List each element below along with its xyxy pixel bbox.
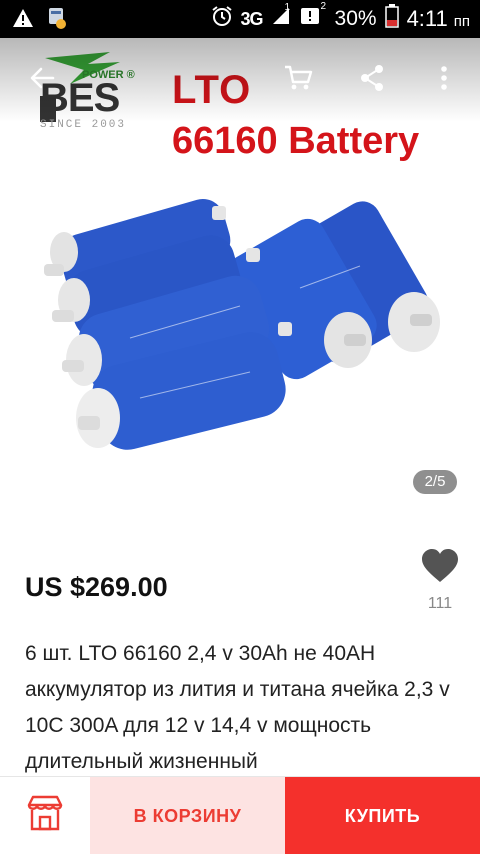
signal-icon: 1 bbox=[271, 2, 291, 32]
cart-button[interactable] bbox=[278, 60, 318, 100]
clock: 4:11 bbox=[406, 6, 448, 31]
wishlist-button[interactable] bbox=[420, 548, 460, 584]
alarm-icon bbox=[211, 5, 233, 33]
more-options-button[interactable] bbox=[424, 60, 464, 100]
sim1-label: 1 bbox=[284, 2, 291, 13]
battery-percent: 30% bbox=[334, 7, 377, 30]
network-type: 3G bbox=[240, 8, 264, 29]
back-button[interactable] bbox=[22, 60, 62, 100]
bottom-action-bar: В КОРЗИНУ КУПИТЬ bbox=[0, 776, 480, 854]
image-title-line1: LTO bbox=[172, 68, 252, 112]
share-button[interactable] bbox=[352, 60, 392, 100]
image-counter: 2/5 bbox=[413, 470, 457, 494]
wishlist-count: 111 bbox=[427, 595, 453, 612]
status-bar: 3G 1 2 30% 4:11 пп bbox=[0, 0, 480, 38]
more-icon bbox=[440, 65, 448, 96]
store-icon bbox=[25, 795, 65, 838]
sim2-label: 2 bbox=[320, 1, 327, 12]
warning-icon bbox=[12, 8, 34, 33]
store-button[interactable] bbox=[0, 777, 90, 854]
add-to-cart-button[interactable]: В КОРЗИНУ bbox=[90, 777, 285, 854]
sim-icon: 2 bbox=[299, 1, 326, 33]
cart-icon bbox=[283, 64, 313, 97]
product-image-gallery[interactable]: POWER ® BES SINCE 2003 LTO 66160 Battery… bbox=[0, 38, 480, 518]
product-title: 6 шт. LTO 66160 2,4 v 30Ah не 40AH аккум… bbox=[25, 642, 450, 773]
image-title-line2: 66160 Battery bbox=[172, 120, 420, 162]
back-arrow-icon bbox=[29, 66, 55, 95]
app-notification-icon bbox=[46, 6, 68, 35]
product-price: US $269.00 bbox=[25, 572, 168, 602]
heart-icon bbox=[420, 549, 460, 588]
battery-icon bbox=[384, 4, 399, 34]
clock-ampm: пп bbox=[453, 12, 470, 30]
buy-now-button[interactable]: КУПИТЬ bbox=[285, 777, 480, 854]
share-icon bbox=[359, 64, 385, 97]
logo-since-text: SINCE 2003 bbox=[40, 119, 127, 131]
